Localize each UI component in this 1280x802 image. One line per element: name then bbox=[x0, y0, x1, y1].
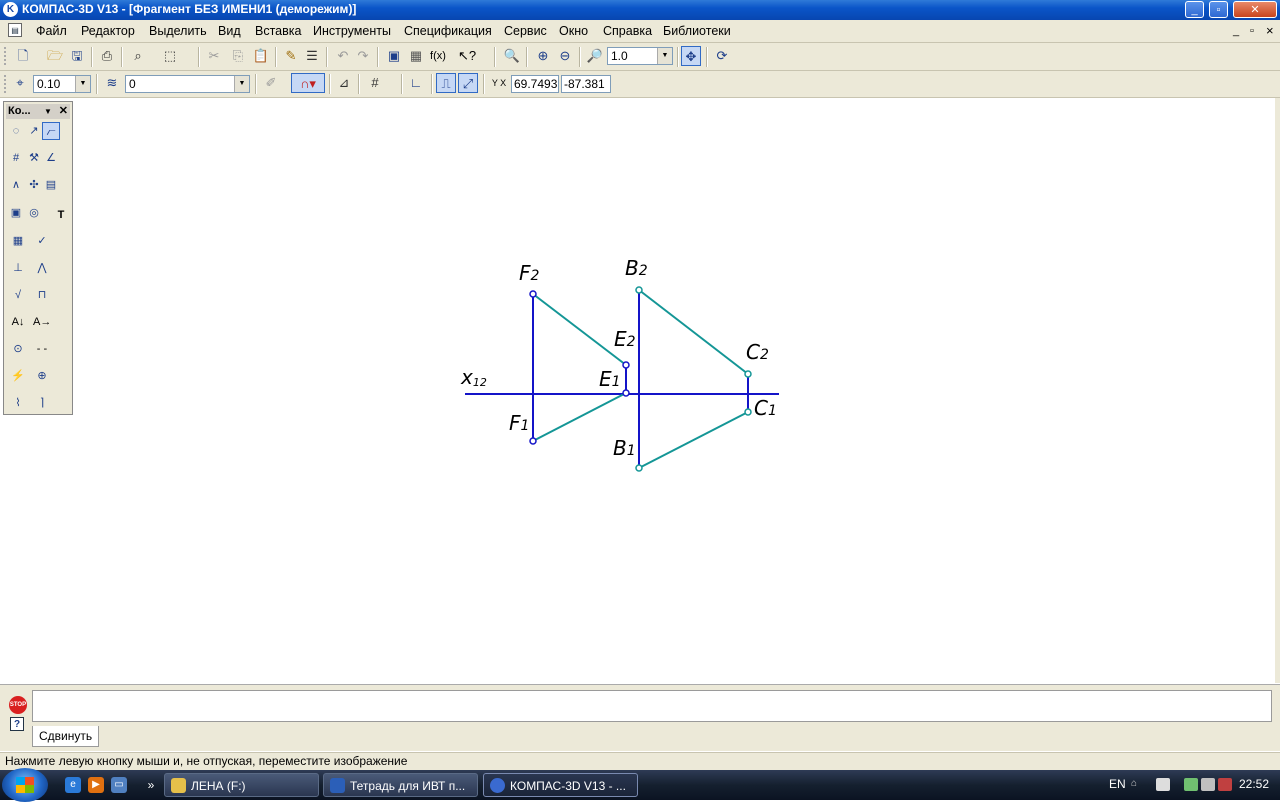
language-indicator[interactable]: EN bbox=[1109, 777, 1126, 791]
task-word-document[interactable]: Тетрадь для ИВТ п... bbox=[323, 773, 478, 797]
geometry-icon[interactable]: ◌ bbox=[7, 122, 25, 140]
command-panel-area[interactable] bbox=[32, 690, 1272, 722]
position-mark-icon[interactable]: ⊙ bbox=[9, 340, 27, 358]
point-c1[interactable] bbox=[744, 408, 752, 416]
label-b1: B1 bbox=[613, 436, 636, 460]
table-icon[interactable]: ▦ bbox=[9, 232, 27, 250]
label-f2: F2 bbox=[519, 261, 540, 285]
point-e1[interactable] bbox=[622, 389, 630, 397]
task-label: Тетрадь для ИВТ п... bbox=[350, 779, 466, 793]
windows-logo-icon bbox=[16, 777, 34, 793]
break-line-icon[interactable]: ⌇ bbox=[9, 394, 27, 412]
folder-icon bbox=[171, 778, 186, 793]
close-icon[interactable]: ✕ bbox=[59, 104, 68, 119]
label-b2: B2 bbox=[625, 256, 648, 280]
tolerance-icon[interactable]: ⊓ bbox=[33, 286, 51, 304]
label-e1: E1 bbox=[599, 367, 621, 391]
taskbar: e ▶ ▭ » ЛЕНА (F:) Тетрадь для ИВТ п... К… bbox=[0, 768, 1280, 802]
base-mark-icon[interactable]: ⊥ bbox=[9, 259, 27, 277]
point-f2[interactable] bbox=[529, 290, 537, 298]
view-panel-icon[interactable]: ▣ bbox=[7, 204, 25, 222]
point-b2[interactable] bbox=[635, 286, 643, 294]
measure-icon[interactable]: ∠ bbox=[42, 149, 60, 167]
media-player-icon[interactable]: ▶ bbox=[88, 777, 104, 793]
status-bar: Нажмите левую кнопку мыши и, не отпуская… bbox=[0, 752, 1280, 770]
network-icon[interactable] bbox=[1201, 778, 1215, 791]
edit-icon[interactable]: # bbox=[7, 149, 25, 167]
label-e2: E2 bbox=[614, 327, 636, 351]
label-c1: C1 bbox=[754, 396, 777, 420]
view-arrow-icon[interactable]: A↓ bbox=[9, 313, 27, 331]
task-kompas[interactable]: КОМПАС-3D V13 - ... bbox=[483, 773, 638, 797]
designations-icon[interactable]: ⦧ bbox=[42, 122, 60, 140]
arrow-leader-icon[interactable]: ⌉ bbox=[33, 394, 51, 412]
drawing-svg: x12 F2 B2 E2 C2 E1 C1 F1 B1 bbox=[460, 256, 779, 472]
tray-expand-icon[interactable]: ⌂ bbox=[1131, 778, 1145, 791]
word-icon bbox=[330, 778, 345, 793]
volume-muted-icon[interactable] bbox=[1218, 778, 1232, 791]
point-b1[interactable] bbox=[635, 464, 643, 472]
select-panel-icon[interactable]: ✣ bbox=[25, 176, 43, 194]
label-f1: F1 bbox=[509, 411, 529, 435]
compact-panel: Ко... ▼ ✕ ◌ ↗ ⦧ # ⚒ ∠ ∧ ✣ ▤ ▣ ◎ T ▦ ✓ ⊥ … bbox=[3, 101, 73, 415]
internet-explorer-icon[interactable]: e bbox=[65, 777, 81, 793]
center-mark-icon[interactable]: ⊕ bbox=[33, 367, 51, 385]
point-e2[interactable] bbox=[622, 361, 630, 369]
label-c2: C2 bbox=[746, 340, 769, 364]
checkmark-icon[interactable]: ✓ bbox=[33, 232, 51, 250]
compact-panel-title: Ко... bbox=[8, 105, 31, 117]
text-tool-icon[interactable]: T bbox=[52, 206, 70, 224]
axis-line-icon[interactable]: - - bbox=[33, 340, 51, 358]
compact-panel-header[interactable]: Ко... ▼ ✕ bbox=[6, 104, 70, 119]
dimensions-icon[interactable]: ↗ bbox=[25, 122, 43, 140]
segment-f1-e1 bbox=[532, 392, 627, 442]
parametrization-icon[interactable]: ⚒ bbox=[25, 149, 43, 167]
chevron-down-icon[interactable]: ▼ bbox=[44, 104, 52, 119]
roughness-icon[interactable]: √ bbox=[9, 286, 27, 304]
point-f1[interactable] bbox=[529, 437, 537, 445]
task-label: КОМПАС-3D V13 - ... bbox=[510, 779, 626, 793]
task-label: ЛЕНА (F:) bbox=[191, 779, 246, 793]
leader-icon[interactable]: ⋀ bbox=[33, 259, 51, 277]
more-quicklaunch-icon[interactable]: » bbox=[143, 777, 159, 793]
arc-icon[interactable]: ∧ bbox=[7, 176, 25, 194]
show-desktop-icon[interactable]: ▭ bbox=[111, 777, 127, 793]
kompas-icon bbox=[490, 778, 505, 793]
task-folder-lena[interactable]: ЛЕНА (F:) bbox=[164, 773, 319, 797]
report-panel-icon[interactable]: ◎ bbox=[25, 204, 43, 222]
axis-label: x12 bbox=[460, 365, 487, 389]
tab-move[interactable]: Сдвинуть bbox=[32, 726, 100, 747]
segment-b2-c2 bbox=[638, 289, 749, 375]
wave-line-icon[interactable]: ⚡ bbox=[9, 367, 27, 385]
stop-icon[interactable]: STOP bbox=[9, 696, 27, 714]
cut-line-icon[interactable]: A→ bbox=[33, 313, 51, 331]
property-panel: STOP ? Сдвинуть bbox=[0, 684, 1280, 751]
spec-panel-icon[interactable]: ▤ bbox=[42, 176, 60, 194]
help-icon[interactable]: ? bbox=[10, 717, 24, 731]
start-button[interactable] bbox=[2, 768, 48, 802]
clock[interactable]: 22:52 bbox=[1239, 777, 1269, 791]
segment-f2-e2 bbox=[532, 293, 627, 366]
battery-icon[interactable] bbox=[1184, 778, 1198, 791]
point-c2[interactable] bbox=[744, 370, 752, 378]
keyboard-icon[interactable] bbox=[1156, 778, 1170, 791]
segment-b1-c1 bbox=[638, 411, 749, 469]
